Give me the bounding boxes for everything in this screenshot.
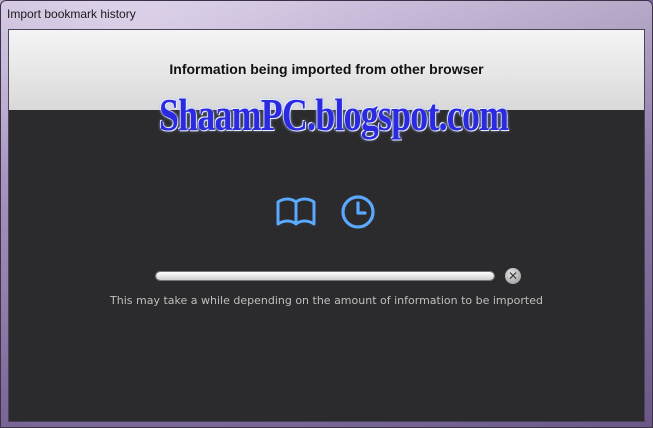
import-dialog-window: Import bookmark history Information bein… — [0, 0, 653, 428]
progress-row: ✕ — [155, 268, 525, 286]
book-icon — [274, 190, 318, 234]
import-type-icons — [9, 190, 644, 234]
title-bar[interactable]: Import bookmark history — [1, 1, 652, 29]
window-title: Import bookmark history — [7, 7, 136, 21]
cancel-import-button[interactable]: ✕ — [505, 268, 521, 284]
import-progress-bar — [155, 271, 495, 281]
page-heading: Information being imported from other br… — [169, 61, 484, 77]
dialog-content: Information being imported from other br… — [8, 29, 645, 422]
watermark-text: ShaamPC.blogspot.com — [159, 89, 509, 140]
status-note: This may take a while depending on the a… — [110, 294, 543, 307]
progress-fill — [156, 272, 494, 280]
clock-icon — [336, 190, 380, 234]
